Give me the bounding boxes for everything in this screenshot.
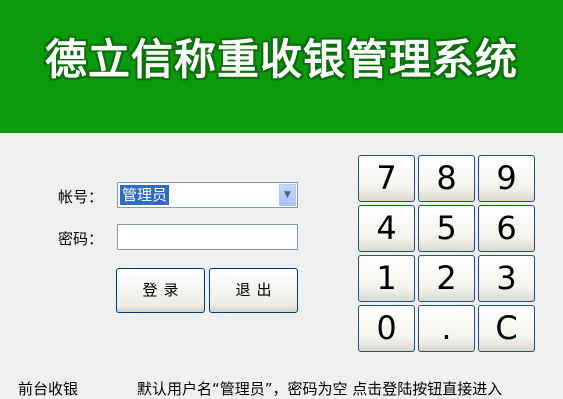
key-9[interactable]: 9 [478,155,535,202]
key-3[interactable]: 3 [478,255,535,302]
key-8[interactable]: 8 [418,155,475,202]
account-label: 帐号： [58,188,104,206]
account-select[interactable]: 管理员 ▼ [117,182,298,208]
mode-label: 前台收银 [18,380,79,398]
chevron-down-icon[interactable]: ▼ [279,184,296,206]
account-select-value: 管理员 [120,185,170,205]
login-hint: 默认用户名“管理员”，密码为空 点击登陆按钮直接进入 [137,380,503,398]
password-label: 密码： [58,230,104,248]
key-0[interactable]: 0 [358,305,415,352]
app-title: 德立信称重收银管理系统 [44,35,518,84]
key-dot[interactable]: . [418,305,475,352]
key-2[interactable]: 2 [418,255,475,302]
key-4[interactable]: 4 [358,205,415,252]
key-6[interactable]: 6 [478,205,535,252]
password-input[interactable] [117,224,298,250]
key-1[interactable]: 1 [358,255,415,302]
key-5[interactable]: 5 [418,205,475,252]
exit-button[interactable]: 退出 [209,268,298,313]
key-clear[interactable]: C [478,305,535,352]
login-button[interactable]: 登录 [116,268,205,313]
key-7[interactable]: 7 [358,155,415,202]
header-banner: 德立信称重收银管理系统 [0,0,563,133]
